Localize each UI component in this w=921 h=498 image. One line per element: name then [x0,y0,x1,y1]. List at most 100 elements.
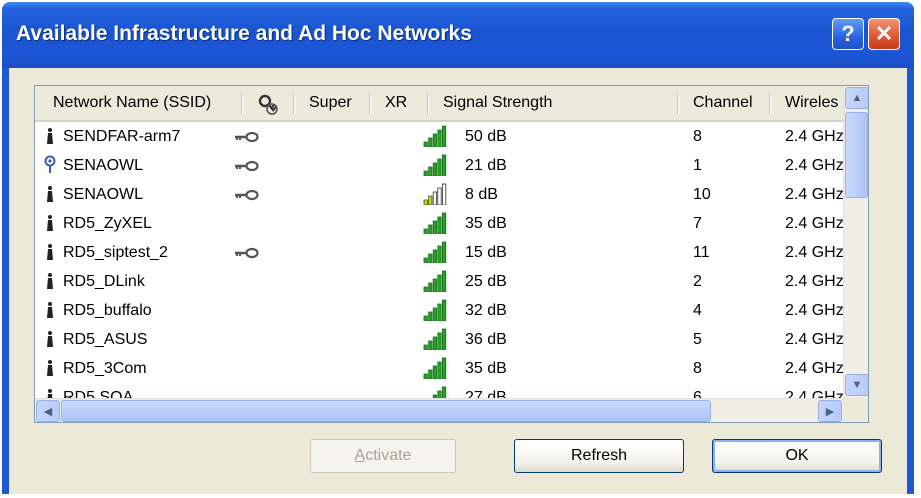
signal-value: 36 dB [465,331,507,348]
column-header-xr[interactable]: XR [385,86,425,120]
table-row[interactable]: RD5_3Com 35 dB 8 2.4 GHz [35,354,843,383]
network-ssid: SENAOWL [63,186,144,203]
list-header: Network Name (SSID) Super XR Signal Stre… [35,86,868,122]
activate-button[interactable]: Activate [310,439,456,473]
column-header-super[interactable]: Super [309,86,369,120]
column-divider[interactable] [293,92,295,114]
access-point-icon [47,273,53,289]
band-value: 2.4 GHz [785,302,843,319]
signal-strength-icon [423,125,447,147]
help-button[interactable]: ? [832,18,864,50]
access-point-icon [47,389,53,398]
signal-value: 27 dB [465,389,507,398]
network-ssid: RD5_ZyXEL [63,215,152,232]
table-row[interactable]: SENDFAR-arm7 50 dB 8 2.4 GHz [35,122,843,151]
table-row[interactable]: RD5_siptest_2 15 dB 11 2.4 GHz [35,238,843,267]
access-point-icon [47,302,53,318]
channel-value: 11 [693,244,710,261]
scrollbar-corner [843,398,868,422]
column-header-security[interactable] [257,86,285,120]
band-value: 2.4 GHz [785,186,843,203]
vertical-scroll-thumb[interactable] [845,112,868,198]
column-header-ssid[interactable]: Network Name (SSID) [53,86,253,120]
signal-value: 8 dB [465,186,498,203]
network-ssid: RD5_buffalo [63,302,152,319]
column-header-channel[interactable]: Channel [693,86,773,120]
signal-strength-icon [423,270,447,292]
chevron-up-icon: ▲ [851,92,863,104]
key-icon [235,131,259,143]
signal-strength-icon [423,154,447,176]
access-point-icon [47,215,53,231]
network-ssid: RD5_siptest_2 [63,244,168,261]
table-row[interactable]: RD5_ZyXEL 35 dB 7 2.4 GHz [35,209,843,238]
dialog-window: Available Infrastructure and Ad Hoc Netw… [2,2,914,494]
vertical-scrollbar[interactable]: ▲ ▼ [843,86,868,398]
network-ssid: RD5 SOA [63,389,134,398]
signal-strength-icon [423,212,447,234]
access-point-icon [47,186,53,202]
scroll-right-button[interactable]: ▶ [818,400,842,422]
signal-strength-icon [423,241,447,263]
channel-value: 6 [693,389,702,398]
channel-value: 5 [693,331,702,348]
table-row[interactable]: RD5_ASUS 36 dB 5 2.4 GHz [35,325,843,354]
scroll-left-button[interactable]: ◀ [36,400,60,422]
network-rows: SENDFAR-arm7 50 dB 8 2.4 GHz SENAOWL 21 dB 1 2.… [35,122,843,398]
scroll-up-button[interactable]: ▲ [845,87,868,109]
signal-value: 35 dB [465,215,507,232]
horizontal-scroll-thumb[interactable] [61,400,711,422]
title-bar[interactable]: Available Infrastructure and Ad Hoc Netw… [2,2,914,68]
window-title: Available Infrastructure and Ad Hoc Netw… [16,22,472,45]
network-ssid: RD5_3Com [63,360,147,377]
table-row[interactable]: SENAOWL 21 dB 1 2.4 GHz [35,151,843,180]
band-value: 2.4 GHz [785,331,843,348]
column-header-wireless[interactable]: Wireles [785,86,843,120]
column-header-signal-strength[interactable]: Signal Strength [443,86,643,120]
channel-value: 8 [693,360,702,377]
table-row[interactable]: SENAOWL 8 dB 10 2.4 GHz [35,180,843,209]
signal-strength-icon [432,386,447,398]
signal-value: 21 dB [465,157,507,174]
ok-button[interactable]: OK [712,439,882,473]
chevron-down-icon: ▼ [851,379,863,391]
network-ssid: SENAOWL [63,157,144,174]
signal-value: 32 dB [465,302,507,319]
band-value: 2.4 GHz [785,128,843,145]
channel-value: 2 [693,273,702,290]
signal-value: 35 dB [465,360,507,377]
dialog-body: Network Name (SSID) Super XR Signal Stre… [9,68,907,494]
refresh-button[interactable]: Refresh [514,439,684,473]
band-value: 2.4 GHz [785,157,843,174]
network-ssid: SENDFAR-arm7 [63,128,181,145]
key-icon [235,189,259,201]
network-list[interactable]: Network Name (SSID) Super XR Signal Stre… [34,85,869,423]
band-value: 2.4 GHz [785,360,843,377]
close-button[interactable]: ✕ [868,18,900,50]
close-icon: ✕ [874,21,894,46]
signal-strength-icon [423,357,447,379]
column-divider[interactable] [677,92,679,114]
column-divider[interactable] [241,92,243,114]
table-row[interactable]: RD5 SOA 27 dB 6 2.4 GHz [35,383,843,398]
key-icon [235,247,259,259]
table-row[interactable]: RD5_DLink 25 dB 2 2.4 GHz [35,267,843,296]
channel-value: 4 [693,302,702,319]
security-key-icon [258,94,278,115]
column-divider[interactable] [769,92,771,114]
scroll-down-button[interactable]: ▼ [845,374,868,396]
access-point-icon [47,360,53,376]
adhoc-network-icon [44,155,56,173]
channel-value: 8 [693,128,702,145]
column-divider[interactable] [369,92,371,114]
chevron-left-icon: ◀ [43,405,53,418]
signal-strength-icon [423,299,447,321]
table-row[interactable]: RD5_buffalo 32 dB 4 2.4 GHz [35,296,843,325]
horizontal-scrollbar[interactable]: ◀ ▶ [35,398,843,422]
band-value: 2.4 GHz [785,244,843,261]
column-divider[interactable] [427,92,429,114]
network-ssid: RD5_ASUS [63,331,148,348]
channel-value: 10 [693,186,711,203]
channel-value: 1 [693,157,702,174]
signal-value: 15 dB [465,244,507,261]
